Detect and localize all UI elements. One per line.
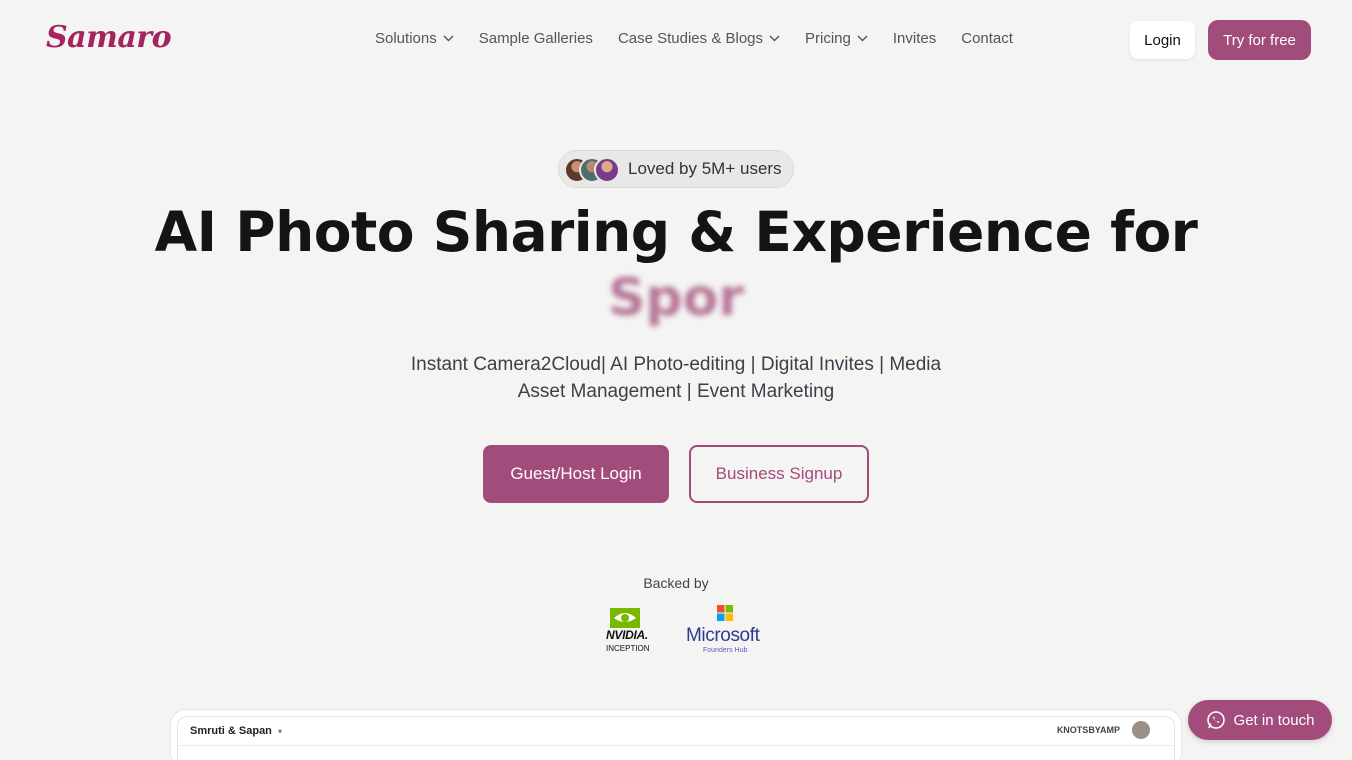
avatar-group (564, 154, 626, 184)
try-for-free-button[interactable]: Try for free (1208, 20, 1311, 60)
divider (178, 745, 1174, 746)
preview-event-title: Smruti & Sapan ▾ (190, 725, 282, 737)
login-button[interactable]: Login (1130, 21, 1195, 59)
nav-item-solutions[interactable]: Solutions (375, 30, 454, 47)
users-badge: Loved by 5M+ users (558, 150, 794, 188)
avatar (1132, 721, 1150, 739)
nav-item-label: Case Studies & Blogs (617, 30, 764, 47)
nav-item-label: Solutions (375, 30, 437, 47)
get-in-touch-label: Get in touch (1233, 711, 1315, 729)
whatsapp-icon (1206, 711, 1225, 729)
badge-text: Loved by 5M+ users (628, 159, 782, 178)
nav-item-label: Invites (892, 30, 937, 47)
hero-headline: AI Photo Sharing & Experience for (154, 200, 1198, 264)
app-preview-card: Smruti & Sapan ▾ KNOTSBYAMP (170, 709, 1182, 760)
top-nav: Samaro Solutions Sample Galleries Case S… (0, 0, 1352, 80)
hero-subtitle: Instant Camera2Cloud| AI Photo-editing |… (410, 354, 942, 402)
business-signup-button[interactable]: Business Signup (689, 445, 869, 503)
samaro-logo[interactable]: Samaro (46, 20, 172, 55)
chevron-down-icon (857, 35, 868, 42)
backed-by-label: Backed by (643, 575, 709, 591)
nav-item-label: Pricing (805, 30, 851, 47)
nav-item-contact[interactable]: Contact (961, 30, 1013, 47)
avatar (594, 157, 620, 183)
main-menu: Solutions Sample Galleries Case Studies … (375, 30, 1038, 47)
chevron-down-icon (443, 35, 454, 42)
preview-title-text: Smruti & Sapan (190, 725, 272, 737)
microsoft-logo-icon (717, 605, 733, 621)
preview-brand: KNOTSBYAMP (1056, 725, 1120, 735)
chevron-down-icon: ▾ (277, 727, 282, 736)
nvidia-inception-text: INCEPTION (606, 644, 650, 653)
app-preview-window: Smruti & Sapan ▾ KNOTSBYAMP (177, 716, 1175, 760)
microsoft-founders-hub-text: Founders Hub (703, 647, 748, 654)
nvidia-logo-text: NVIDIA. (606, 628, 648, 642)
nav-item-label: Contact (961, 30, 1013, 47)
get-in-touch-button[interactable]: Get in touch (1188, 700, 1332, 740)
chevron-down-icon (769, 35, 780, 42)
nav-item-sample-galleries[interactable]: Sample Galleries (479, 30, 593, 47)
nav-item-label: Sample Galleries (478, 30, 593, 47)
nav-item-case-studies[interactable]: Case Studies & Blogs (618, 30, 780, 47)
rotating-word: Spor (607, 268, 745, 328)
guest-host-login-button[interactable]: Guest/Host Login (483, 445, 669, 503)
nav-item-pricing[interactable]: Pricing (805, 30, 868, 47)
microsoft-logo-text: Microsoft (686, 625, 760, 646)
nav-item-invites[interactable]: Invites (893, 30, 936, 47)
